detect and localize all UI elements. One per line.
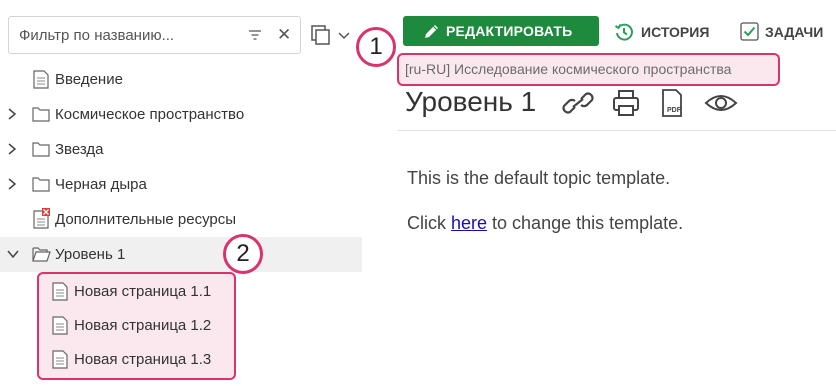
tree-item-label: Черная дыра	[55, 176, 147, 193]
filter-input[interactable]	[19, 25, 239, 45]
page-icon	[52, 316, 68, 335]
folder-open-icon	[32, 247, 51, 262]
chevron-down-icon[interactable]	[6, 248, 20, 260]
content-text: Click	[407, 213, 451, 233]
tree-item-new-page-1-2[interactable]: Новая страница 1.2	[50, 308, 230, 342]
title-divider	[397, 130, 836, 131]
history-button[interactable]: ИСТОРИЯ	[614, 20, 724, 44]
content-text: to change this template.	[487, 213, 684, 233]
content-paragraph-2: Click here to change this template.	[407, 213, 683, 234]
checkbox-icon	[740, 22, 759, 41]
callout-marker-1: 1	[356, 27, 396, 67]
tree-item-black-hole[interactable]: Черная дыра	[0, 167, 362, 202]
callout-marker-2: 2	[223, 234, 263, 274]
filter-box: ✕	[8, 16, 301, 54]
topic-tree: Введение Космическое пространство Звезда	[0, 62, 362, 272]
navigation-panel: ✕ Введение Космическое	[0, 0, 362, 386]
breadcrumb: [ru-RU] Исследование космического простр…	[397, 53, 780, 86]
page-error-icon	[33, 208, 50, 229]
pdf-label: PDF	[667, 107, 682, 114]
history-button-label: ИСТОРИЯ	[641, 24, 710, 40]
tree-item-label: Новая страница 1.2	[74, 317, 212, 334]
tree-item-level-1[interactable]: Уровень 1	[0, 237, 362, 272]
edit-button-label: РЕДАКТИРОВАТЬ	[446, 23, 573, 39]
page-title: Уровень 1	[405, 86, 537, 117]
copy-dropdown-button[interactable]	[310, 24, 354, 46]
tree-item-star[interactable]: Звезда	[0, 132, 362, 167]
tree-item-label: Дополнительные ресурсы	[55, 211, 237, 228]
page-icon	[33, 70, 49, 89]
tree-item-introduction[interactable]: Введение	[0, 62, 362, 97]
tree-item-outer-space[interactable]: Космическое пространство	[0, 97, 362, 132]
tree-item-new-page-1-3[interactable]: Новая страница 1.3	[50, 342, 230, 376]
chevron-right-icon[interactable]	[6, 107, 18, 121]
tasks-button[interactable]: ЗАДАЧИ	[740, 20, 836, 44]
tree-item-label: Звезда	[55, 141, 104, 158]
pdf-icon[interactable]: PDF	[659, 88, 687, 118]
link-icon[interactable]	[562, 88, 594, 118]
folder-icon	[32, 142, 50, 157]
tree-item-additional-resources[interactable]: Дополнительные ресурсы	[0, 202, 362, 237]
page-icon	[52, 350, 68, 369]
change-template-link[interactable]: here	[451, 213, 487, 233]
print-icon[interactable]	[612, 88, 640, 118]
tree-item-new-page-1-1[interactable]: Новая страница 1.1	[50, 274, 230, 308]
tree-item-label: Новая страница 1.3	[74, 351, 212, 368]
chevron-right-icon[interactable]	[6, 177, 18, 191]
eye-icon[interactable]	[704, 88, 738, 118]
tasks-button-label: ЗАДАЧИ	[765, 24, 824, 40]
tree-item-label: Космическое пространство	[55, 106, 245, 123]
pencil-icon	[425, 25, 438, 38]
tree-item-label: Новая страница 1.1	[74, 283, 212, 300]
folder-icon	[32, 107, 50, 122]
content-paragraph-1: This is the default topic template.	[407, 168, 671, 188]
tree-item-label: Введение	[55, 71, 123, 88]
close-icon[interactable]: ✕	[277, 26, 291, 43]
copy-icon	[311, 25, 350, 45]
tree-item-label: Уровень 1	[55, 246, 126, 263]
chevron-right-icon[interactable]	[6, 142, 18, 156]
folder-icon	[32, 177, 50, 192]
history-icon	[614, 23, 633, 41]
edit-button[interactable]: РЕДАКТИРОВАТЬ	[403, 16, 599, 46]
filter-lines-icon[interactable]	[248, 28, 262, 42]
page-icon	[52, 282, 68, 301]
